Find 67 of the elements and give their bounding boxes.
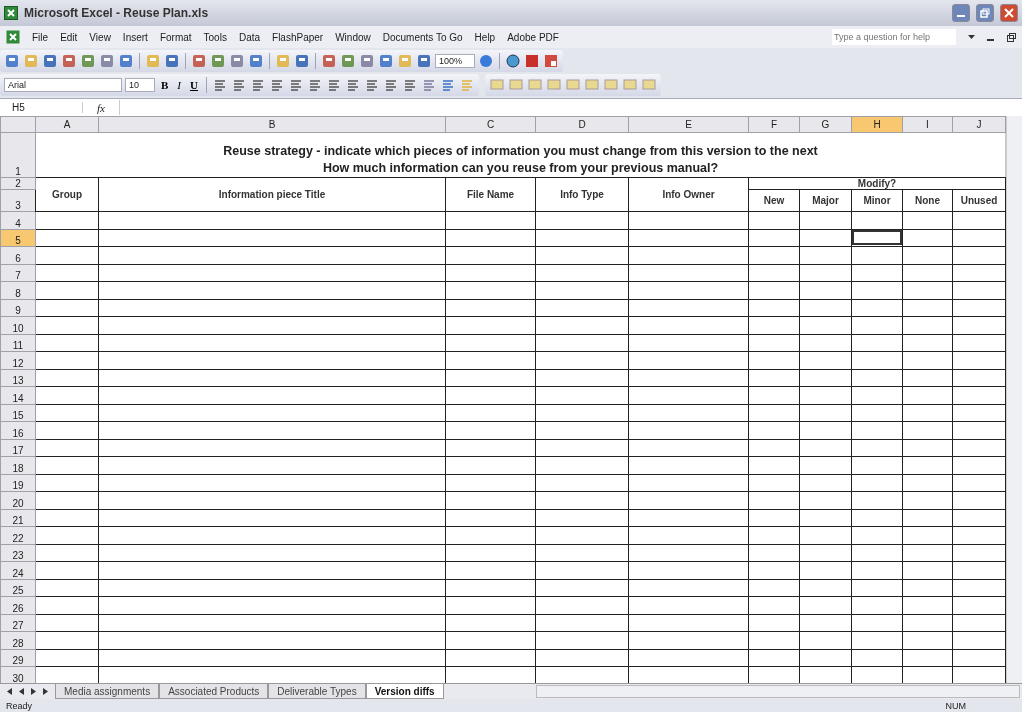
menu-item[interactable]: Documents To Go: [382, 31, 463, 43]
column-heading: File Name: [445, 177, 536, 212]
underline-button[interactable]: U: [187, 79, 201, 91]
help-search-field[interactable]: Type a question for help: [832, 29, 956, 45]
spreadsheet-icon: [4, 6, 18, 20]
column-header[interactable]: G: [799, 116, 852, 133]
window-title: Microsoft Excel - Reuse Plan.xls: [24, 6, 209, 20]
close-button[interactable]: [1000, 4, 1018, 22]
column-header[interactable]: A: [35, 116, 99, 133]
sheet-title: How much information can you reuse from your previous manual?: [321, 160, 720, 177]
column-header[interactable]: E: [628, 116, 749, 133]
column-header[interactable]: H: [851, 116, 903, 133]
restore-icon: [980, 8, 990, 18]
group-heading: Modify?: [748, 177, 1006, 190]
menu-item[interactable]: Adobe PDF: [507, 31, 559, 43]
column-heading: Unused: [952, 189, 1006, 212]
sheet-title: Reuse strategy - indicate which pieces of information you must change from this version to the next: [222, 143, 819, 160]
select-all-button[interactable]: [0, 116, 36, 133]
column-header[interactable]: F: [748, 116, 800, 133]
font-size-dropdown[interactable]: 10: [125, 78, 155, 92]
num-lock-indicator: NUM: [945, 700, 966, 711]
row-header[interactable]: 3: [0, 189, 36, 212]
menu-item[interactable]: FlashPaper: [272, 31, 324, 43]
sheet-tab[interactable]: Version diffs: [365, 684, 444, 699]
close-icon: [1004, 8, 1014, 18]
menu-item[interactable]: Tools: [203, 31, 227, 43]
zoom-dropdown[interactable]: 100%: [435, 54, 476, 68]
column-heading: Minor: [851, 189, 903, 212]
horizontal-scrollbar[interactable]: [535, 685, 1020, 698]
menu-item[interactable]: Help: [474, 31, 496, 43]
column-header[interactable]: I: [902, 116, 953, 133]
restore-icon[interactable]: [1007, 32, 1016, 42]
sheet-tab[interactable]: Associated Products: [159, 684, 269, 699]
globe-icon[interactable]: [505, 53, 522, 69]
column-header[interactable]: J: [952, 116, 1006, 133]
menu-item[interactable]: Format: [159, 31, 192, 43]
column-heading: Info Owner: [628, 177, 749, 212]
spreadsheet-icon[interactable]: [6, 30, 20, 44]
column-header[interactable]: C: [445, 116, 536, 133]
menu-item[interactable]: Edit: [60, 31, 78, 43]
menu-item[interactable]: Insert: [122, 31, 148, 43]
column-heading: Major: [799, 189, 852, 212]
column-heading: Information piece Title: [98, 177, 446, 212]
column-header[interactable]: D: [535, 116, 629, 133]
menu-item[interactable]: File: [32, 31, 49, 43]
sheet-tab[interactable]: Deliverable Types: [268, 684, 366, 699]
menu-item[interactable]: Window: [335, 31, 371, 43]
row-header[interactable]: 1: [0, 132, 36, 178]
menu-item[interactable]: Data: [238, 31, 261, 43]
font-dropdown[interactable]: Arial: [4, 78, 122, 92]
sheet-tab[interactable]: Media assignments: [55, 684, 160, 699]
minimize-icon: [957, 15, 965, 17]
italic-button[interactable]: I: [174, 79, 184, 91]
selected-cell[interactable]: [852, 230, 902, 246]
column-header[interactable]: B: [98, 116, 446, 133]
column-heading: None: [902, 189, 953, 212]
column-heading: New: [748, 189, 800, 212]
status-text: Ready: [6, 700, 32, 711]
insert-function-button[interactable]: fx: [91, 101, 111, 114]
bold-button[interactable]: B: [158, 79, 172, 91]
name-box[interactable]: H5: [0, 102, 83, 113]
column-heading: Info Type: [535, 177, 629, 212]
vertical-scrollbar[interactable]: [1006, 116, 1022, 683]
dropdown-arrow-icon[interactable]: [968, 35, 975, 39]
minimize-button[interactable]: [952, 4, 970, 22]
restore-button[interactable]: [976, 4, 994, 22]
menu-item[interactable]: View: [89, 31, 111, 43]
